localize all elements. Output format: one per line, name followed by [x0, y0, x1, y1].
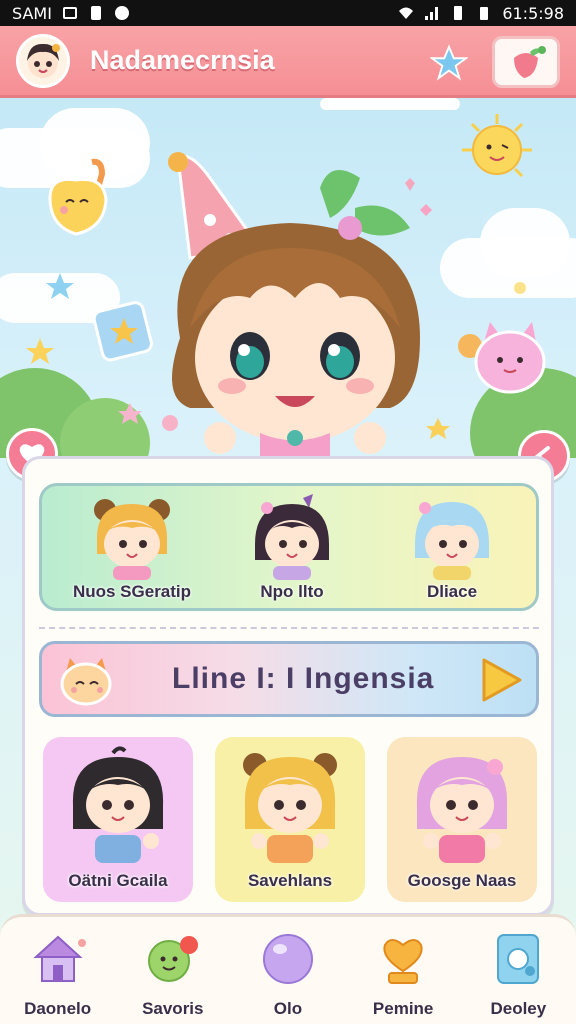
wifi-icon — [399, 7, 414, 19]
bubble-icon — [262, 934, 313, 984]
character-portrait — [416, 757, 508, 863]
battery-icon — [480, 7, 489, 20]
character-name: Goosge Naas — [407, 871, 517, 890]
status-bar: SAMI 61:5:98 — [0, 0, 576, 26]
friend-avatar — [415, 502, 489, 580]
divider — [39, 627, 539, 629]
app-header: Nadamecrnsia — [0, 26, 576, 98]
sd-card-icon — [90, 6, 101, 20]
shop-button[interactable] — [492, 36, 560, 88]
main-panel: Nuos SGeratip Npo llto Dliace Lline I: I… — [22, 456, 554, 916]
nav-label: Pemine — [372, 999, 434, 1018]
image-icon — [62, 7, 77, 19]
house-icon — [33, 935, 86, 982]
signal-icon — [425, 7, 439, 20]
nav-item-favorites[interactable]: Savoris — [123, 931, 223, 1019]
friend-avatar — [255, 494, 329, 580]
bottom-nav: Daonelo Savoris Olo Pemine Deoley — [0, 914, 576, 1024]
strawberry-icon — [514, 46, 546, 78]
friend-card[interactable]: Nuos SGeratip — [62, 494, 202, 606]
mascot-icon — [60, 658, 112, 706]
banner-text: Lline I: I Ingensia — [172, 662, 435, 695]
event-banner[interactable]: Lline I: I Ingensia — [39, 641, 539, 717]
nav-item-premium[interactable]: Pemine — [353, 931, 453, 1019]
nav-label: Olo — [273, 999, 303, 1018]
character-name: Oätni Gcaila — [68, 871, 168, 890]
friend-avatar — [94, 499, 170, 580]
friend-card[interactable]: Dliace — [382, 494, 522, 606]
heart-trophy-icon — [383, 939, 423, 984]
smiley-balloon-icon — [147, 936, 198, 982]
character-portrait — [243, 753, 337, 863]
app-title: Nadamecrnsia — [90, 45, 275, 75]
nav-item-home[interactable]: Daonelo — [8, 931, 108, 1019]
nav-item-play[interactable]: Olo — [238, 931, 338, 1019]
game-scene — [0, 98, 576, 458]
character-card[interactable]: Goosge Naas — [387, 737, 537, 902]
friend-name: Dliace — [426, 582, 478, 601]
nav-label: Deoley — [490, 999, 547, 1018]
nav-label: Savoris — [142, 999, 204, 1018]
character-card[interactable]: Savehlans — [215, 737, 365, 902]
friend-name: Nuos SGeratip — [72, 582, 192, 601]
nav-label: Daonelo — [24, 999, 92, 1018]
tablet-icon — [497, 934, 540, 984]
avatar-face-icon — [27, 43, 60, 78]
player-avatar[interactable] — [16, 33, 70, 88]
sparkles-decoration — [26, 178, 526, 439]
character-card[interactable]: Oätni Gcaila — [43, 737, 193, 902]
friend-card[interactable]: Npo llto — [222, 494, 362, 606]
carrier-label: SAMI — [12, 3, 52, 23]
character-portrait — [72, 746, 164, 863]
play-arrow-icon[interactable] — [476, 656, 524, 704]
clock: 61:5:98 — [502, 3, 564, 23]
star-icon[interactable] — [430, 44, 468, 82]
compass-icon — [114, 6, 129, 20]
friend-list: Nuos SGeratip Npo llto Dliace — [39, 483, 539, 611]
nav-item-library[interactable]: Deoley — [468, 931, 568, 1019]
friend-name: Npo llto — [260, 582, 324, 601]
sim-icon — [454, 6, 463, 20]
character-name: Savehlans — [247, 871, 333, 890]
